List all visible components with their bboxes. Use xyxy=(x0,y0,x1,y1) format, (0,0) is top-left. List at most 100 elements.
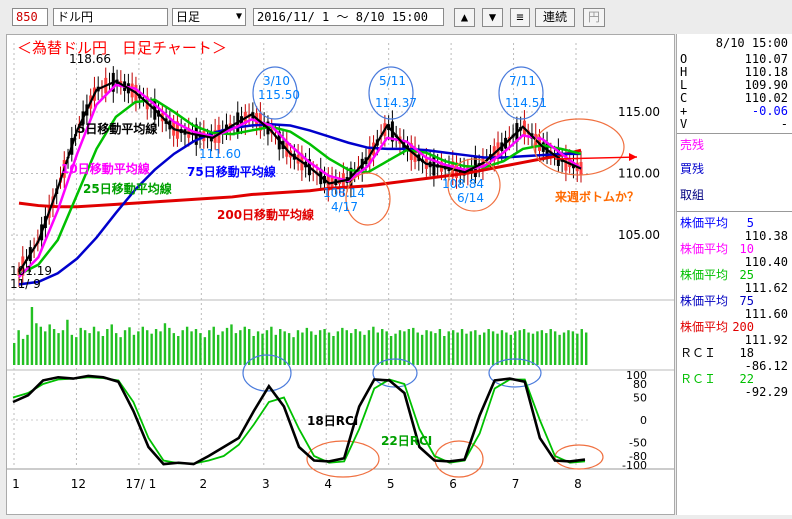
quote-divider xyxy=(677,133,792,134)
scroll-down-button[interactable]: ▼ xyxy=(482,8,503,27)
volume-bar xyxy=(292,337,295,365)
rci-line-22日RCI xyxy=(12,376,586,465)
price-annotation: 115.50 xyxy=(258,88,300,102)
indicator-label-6: ＲＣＩ 22 xyxy=(680,372,788,386)
chevron-down-icon: ▼ xyxy=(235,11,242,22)
volume-bar xyxy=(265,330,269,365)
volume-bar xyxy=(429,331,433,365)
x-tick-label: 12 xyxy=(71,477,86,491)
ma-line-10日移動平均線 xyxy=(18,83,582,278)
rci-annotation-ellipse xyxy=(554,444,604,470)
volume-bar xyxy=(341,327,344,365)
volume-bar xyxy=(216,334,220,365)
indicator-value-4: 111.92 xyxy=(744,333,788,347)
volume-bar xyxy=(460,329,464,365)
volume-bar xyxy=(79,327,82,365)
volume-bar xyxy=(230,324,233,365)
buy-label: 買残 xyxy=(680,162,705,176)
volume-bar xyxy=(580,329,583,365)
volume-bar xyxy=(434,333,437,365)
indicator-period: 22 xyxy=(739,372,754,386)
volume-bar xyxy=(451,330,455,365)
ma-label: 5日移動平均線 xyxy=(77,121,157,136)
rci-label: 18日RCI xyxy=(307,414,358,428)
volume-bar xyxy=(97,331,100,365)
price-annotation: 111.60 xyxy=(199,147,241,161)
volume-bar xyxy=(576,333,579,365)
price-annotation: 118.66 xyxy=(69,52,111,66)
price-tick-label: 110.00 xyxy=(618,167,660,181)
indicator-period: 75 xyxy=(739,294,754,308)
volume-bar xyxy=(57,333,60,365)
volume-bar xyxy=(21,338,25,365)
volume-bar xyxy=(500,330,504,365)
volume-bar xyxy=(172,333,176,365)
indicator-value-3: 111.60 xyxy=(744,307,788,321)
x-tick-label: 5 xyxy=(387,477,395,491)
indicator-label-1: 株価平均 10 xyxy=(680,242,788,256)
volume-bar xyxy=(13,342,16,365)
volume-bar xyxy=(553,331,557,365)
quote-value-5: - xyxy=(780,117,788,131)
quote-value-2: 109.90 xyxy=(744,78,788,92)
volume-bar xyxy=(185,326,189,365)
ma-label: 10日移動平均線 xyxy=(61,161,150,176)
period-select[interactable]: 日足 ▼ xyxy=(172,8,246,26)
volume-bar xyxy=(256,331,260,365)
volume-bar xyxy=(61,330,65,365)
indicator-value-0: 110.38 xyxy=(744,229,788,243)
volume-bar xyxy=(48,324,51,365)
price-annotation: 114.51 xyxy=(505,96,547,110)
volume-label: 取組 xyxy=(680,188,705,202)
menu-button[interactable]: ≡ xyxy=(510,8,530,27)
volume-bar xyxy=(17,330,20,365)
rci-tick-label: -100 xyxy=(622,459,647,472)
yen-button[interactable]: 円 xyxy=(583,8,605,27)
volume-bar xyxy=(44,331,47,365)
volume-bar xyxy=(407,329,411,365)
volume-bar xyxy=(274,334,278,365)
quote-value-0: 110.07 xyxy=(744,52,788,66)
volume-bar xyxy=(545,333,548,365)
volume-bar xyxy=(190,331,193,365)
volume-bar xyxy=(261,333,264,365)
indicator-label-5: ＲＣＩ 18 xyxy=(680,346,788,360)
volume-bar xyxy=(221,331,224,365)
scroll-up-button[interactable]: ▲ xyxy=(454,8,475,27)
indicator-name: 株価平均 xyxy=(680,268,729,282)
volume-bar xyxy=(106,329,109,365)
date-range-field[interactable]: 2016/11/ 1 ～ 8/10 15:00 xyxy=(253,8,444,26)
volume-bar xyxy=(301,332,304,365)
volume-bar xyxy=(416,332,419,365)
volume-bar xyxy=(567,330,570,365)
ticker-name-input[interactable]: ドル円 xyxy=(53,8,168,26)
volume-bar xyxy=(239,330,242,365)
price-annotation: 108.84 xyxy=(442,177,484,191)
volume-bar xyxy=(159,331,162,365)
quote-panel: 8/10 15:00 売残 買残 取組 O 110.07 H 110.18 L 109.9… xyxy=(676,34,792,515)
volume-bar xyxy=(536,331,539,365)
volume-bar xyxy=(26,334,29,365)
volume-bar xyxy=(487,329,490,365)
volume-bar xyxy=(358,331,362,365)
volume-bar xyxy=(354,329,357,365)
indicator-period: 25 xyxy=(739,268,754,282)
indicator-value-2: 111.62 xyxy=(744,281,788,295)
volume-bar xyxy=(412,327,415,365)
x-tick-label: 17/ 1 xyxy=(126,477,157,491)
volume-bar xyxy=(327,332,331,365)
volume-bar xyxy=(345,330,348,365)
volume-bar xyxy=(296,330,300,365)
volume-bar xyxy=(279,329,282,365)
ma-label: 25日移動平均線 xyxy=(83,181,172,196)
x-tick-label: 7 xyxy=(512,477,520,491)
indicator-value-1: 110.40 xyxy=(744,255,788,269)
price-tick-label: 115.00 xyxy=(618,105,660,119)
volume-bar xyxy=(225,327,229,365)
continuous-button[interactable]: 連続 xyxy=(535,8,575,27)
volume-bar xyxy=(181,330,184,365)
ticker-code-input[interactable]: 850 xyxy=(12,8,48,26)
volume-bar xyxy=(363,334,366,365)
price-annotation: 6/14 xyxy=(457,191,484,205)
volume-bar xyxy=(199,333,202,365)
